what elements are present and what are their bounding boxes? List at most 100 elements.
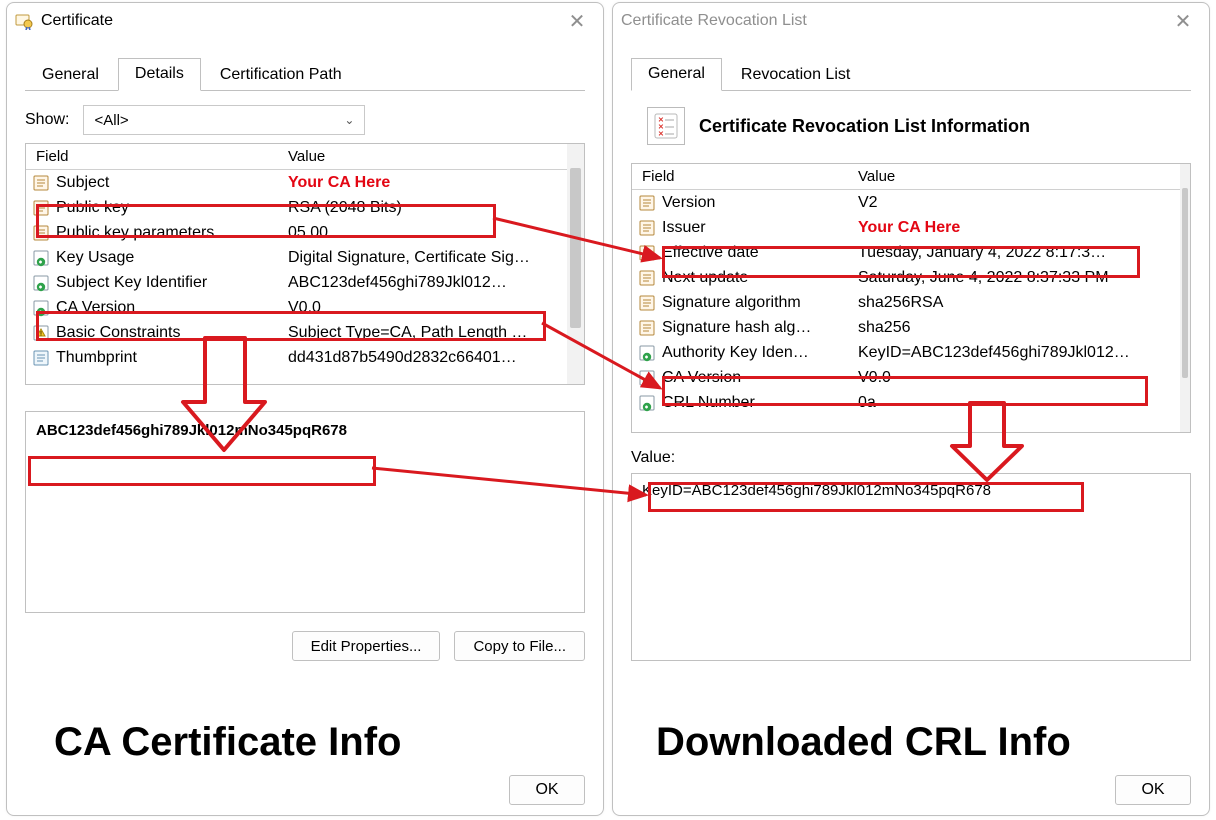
ext-icon	[638, 344, 656, 362]
table-row[interactable]: Signature hash alg…sha256	[632, 315, 1180, 340]
row-value: KeyID=ABC123def456ghi789Jkl012…	[858, 344, 1174, 362]
close-icon[interactable]: ✕	[1165, 9, 1201, 34]
svg-text:✕: ✕	[658, 124, 664, 131]
table-row[interactable]: Basic ConstraintsSubject Type=CA, Path L…	[26, 320, 567, 345]
crl-dialog: Certificate Revocation List ✕ General Re…	[612, 2, 1210, 816]
cert-value-text: ABC123def456ghi789Jkl012mNo345pqR678	[36, 422, 347, 439]
doc-icon	[638, 294, 656, 312]
tab-certification-path[interactable]: Certification Path	[203, 59, 359, 91]
doc-icon	[638, 319, 656, 337]
table-row[interactable]: Subject Key IdentifierABC123def456ghi789…	[26, 270, 567, 295]
doc-icon	[638, 219, 656, 237]
th-value[interactable]: Value	[850, 164, 1180, 189]
row-field: Version	[662, 194, 858, 212]
row-field: Signature algorithm	[662, 294, 858, 312]
crl-value-text: KeyID=ABC123def456ghi789Jkl012mNo345pqR6…	[642, 482, 991, 499]
table-row[interactable]: Signature algorithmsha256RSA	[632, 290, 1180, 315]
edit-properties-button[interactable]: Edit Properties...	[292, 631, 441, 661]
caption-right: Downloaded CRL Info	[656, 720, 1071, 765]
row-field: CA Version	[662, 369, 858, 387]
crl-value-label: Value:	[631, 449, 1191, 467]
th-field[interactable]: Field	[632, 164, 850, 189]
crl-body: General Revocation List ✕✕✕ Certificate …	[613, 39, 1209, 661]
certificate-body: General Details Certification Path Show:…	[7, 39, 603, 661]
tab-revocation-list[interactable]: Revocation List	[724, 59, 867, 91]
row-field: Key Usage	[56, 249, 288, 267]
tab-crl-general[interactable]: General	[631, 58, 722, 91]
table-row[interactable]: IssuerYour CA Here	[632, 215, 1180, 240]
table-row[interactable]: VersionV2	[632, 190, 1180, 215]
cert-value-box[interactable]: ABC123def456ghi789Jkl012mNo345pqR678	[25, 411, 585, 613]
crl-fields-table: Field Value VersionV2IssuerYour CA HereE…	[631, 163, 1191, 433]
cert-ok-button[interactable]: OK	[509, 775, 585, 805]
row-field: Issuer	[662, 219, 858, 237]
cert-table-scrollbar[interactable]	[567, 144, 584, 384]
row-value: Tuesday, January 4, 2022 8:17:3…	[858, 244, 1174, 262]
row-value: V2	[858, 194, 1174, 212]
table-row[interactable]: Authority Key Iden…KeyID=ABC123def456ghi…	[632, 340, 1180, 365]
doc-icon	[638, 269, 656, 287]
show-row: Show: <All> ⌄	[25, 105, 585, 135]
table-row[interactable]: CRL Number0a	[632, 390, 1180, 415]
certificate-icon	[15, 12, 33, 30]
row-field: Effective date	[662, 244, 858, 262]
table-row[interactable]: Public keyRSA (2048 Bits)	[26, 195, 567, 220]
ext-icon	[32, 299, 50, 317]
crl-title: Certificate Revocation List	[621, 12, 807, 30]
doc-icon	[32, 224, 50, 242]
row-value: 05 00	[288, 224, 561, 242]
show-select-value: <All>	[94, 112, 128, 129]
row-value: ABC123def456ghi789Jkl012…	[288, 274, 561, 292]
close-icon[interactable]: ✕	[559, 9, 595, 34]
row-field: Signature hash alg…	[662, 319, 858, 337]
caption-left: CA Certificate Info	[54, 720, 401, 765]
svg-text:✕: ✕	[658, 131, 664, 138]
crl-icon: ✕✕✕	[647, 107, 685, 145]
doc-icon	[638, 244, 656, 262]
row-field: Subject	[56, 174, 288, 192]
row-value: sha256RSA	[858, 294, 1174, 312]
copy-to-file-button[interactable]: Copy to File...	[454, 631, 585, 661]
table-row[interactable]: CA VersionV0.0	[632, 365, 1180, 390]
th-value[interactable]: Value	[280, 144, 567, 169]
ext-icon	[32, 249, 50, 267]
crl-value-box[interactable]: KeyID=ABC123def456ghi789Jkl012mNo345pqR6…	[631, 473, 1191, 661]
cert-fields-table: Field Value SubjectYour CA HerePublic ke…	[25, 143, 585, 385]
row-field: Public key parameters	[56, 224, 288, 242]
row-value: Digital Signature, Certificate Sig…	[288, 249, 561, 267]
ext-icon	[32, 274, 50, 292]
table-row[interactable]: Key UsageDigital Signature, Certificate …	[26, 245, 567, 270]
tab-general[interactable]: General	[25, 59, 116, 91]
table-row[interactable]: Effective dateTuesday, January 4, 2022 8…	[632, 240, 1180, 265]
row-value: Saturday, June 4, 2022 8:37:33 PM	[858, 269, 1174, 287]
crl-info-title: Certificate Revocation List Information	[699, 116, 1030, 137]
table-row[interactable]: Next updateSaturday, June 4, 2022 8:37:3…	[632, 265, 1180, 290]
tab-details[interactable]: Details	[118, 58, 201, 91]
cert-tabstrip: General Details Certification Path	[25, 55, 585, 91]
crl-table-scrollbar[interactable]	[1180, 164, 1190, 432]
row-field: Public key	[56, 199, 288, 217]
show-label: Show:	[25, 111, 69, 129]
table-row[interactable]: CA VersionV0.0	[26, 295, 567, 320]
cert-table-header: Field Value	[26, 144, 567, 170]
row-value: RSA (2048 Bits)	[288, 199, 561, 217]
row-value: Subject Type=CA, Path Length …	[288, 324, 561, 342]
row-value: dd431d87b5490d2832c66401…	[288, 349, 561, 367]
svg-text:✕: ✕	[658, 117, 664, 124]
crl-ok-button[interactable]: OK	[1115, 775, 1191, 805]
row-value: Your CA Here	[858, 219, 1174, 237]
certificate-dialog: Certificate ✕ General Details Certificat…	[6, 2, 604, 816]
cert-button-row: Edit Properties... Copy to File...	[25, 631, 585, 661]
row-field: Basic Constraints	[56, 324, 288, 342]
doc-icon	[638, 194, 656, 212]
chevron-down-icon: ⌄	[344, 113, 354, 127]
row-field: Thumbprint	[56, 349, 288, 367]
table-row[interactable]: SubjectYour CA Here	[26, 170, 567, 195]
table-row[interactable]: Public key parameters05 00	[26, 220, 567, 245]
show-select[interactable]: <All> ⌄	[83, 105, 365, 135]
th-field[interactable]: Field	[26, 144, 280, 169]
row-field: CRL Number	[662, 394, 858, 412]
crl-info-header: ✕✕✕ Certificate Revocation List Informat…	[647, 107, 1191, 145]
table-row[interactable]: Thumbprintdd431d87b5490d2832c66401…	[26, 345, 567, 370]
crl-titlebar: Certificate Revocation List ✕	[613, 3, 1209, 39]
